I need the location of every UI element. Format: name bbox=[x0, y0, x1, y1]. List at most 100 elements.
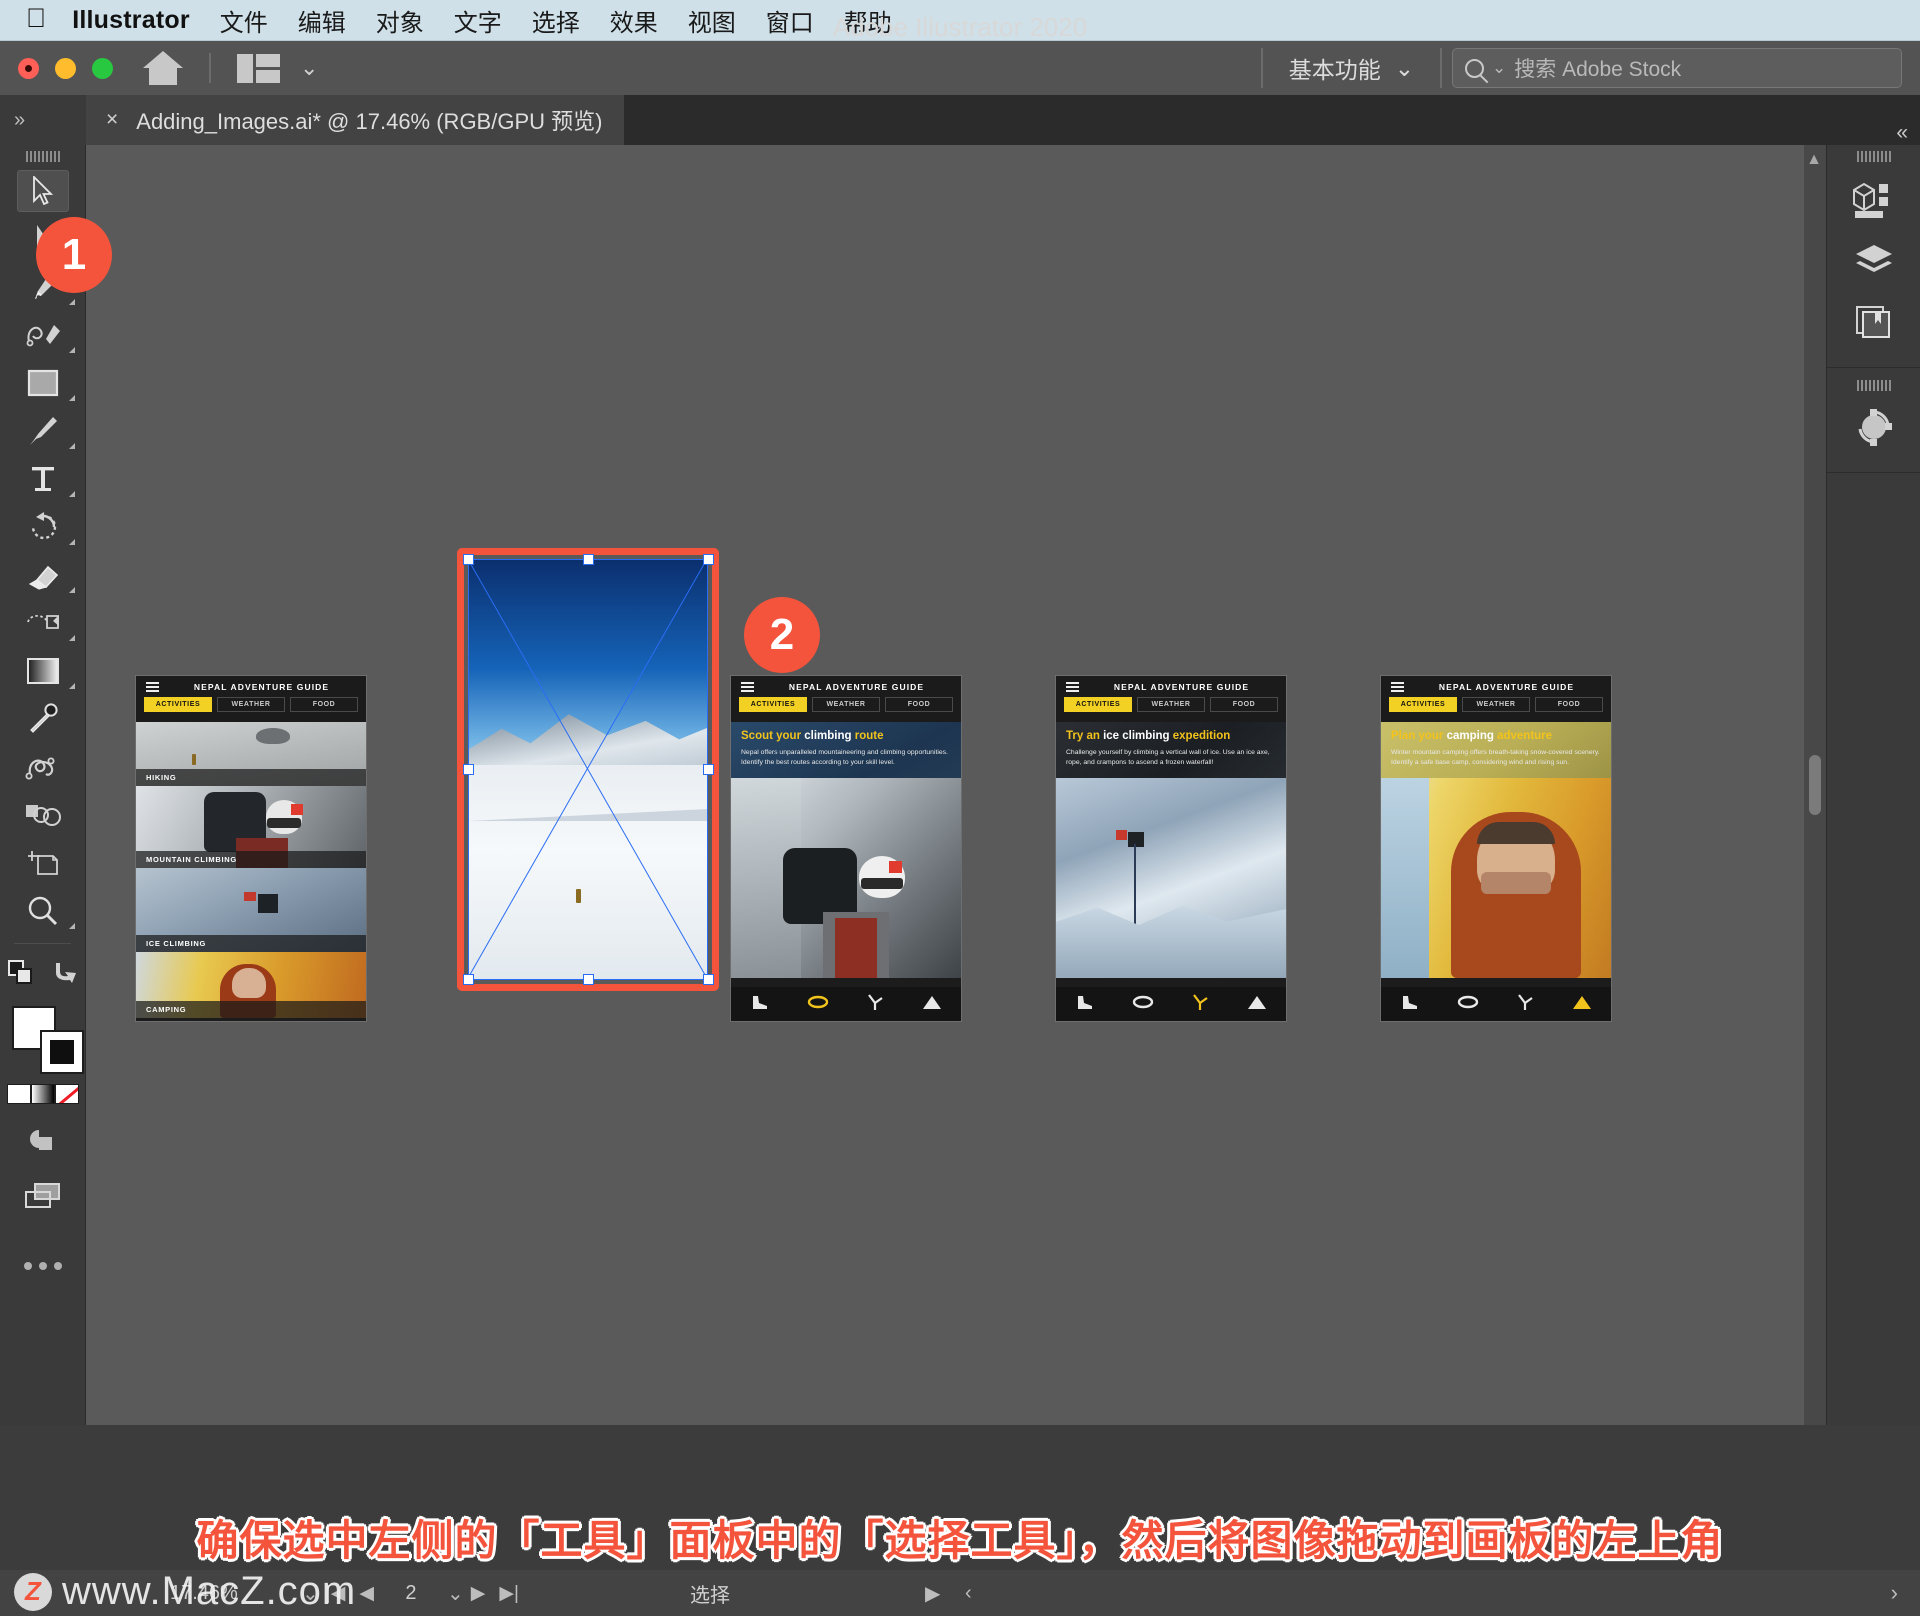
scroll-up-icon[interactable]: ▲ bbox=[1806, 151, 1822, 169]
menu-app-name[interactable]: Illustrator bbox=[72, 6, 190, 35]
undo-arrow-icon[interactable] bbox=[50, 960, 78, 991]
artboard-4-tab-activities[interactable]: ACTIVITIES bbox=[1064, 697, 1132, 712]
next-artboard-button[interactable]: ▶ bbox=[464, 1582, 493, 1605]
menu-item-effect[interactable]: 效果 bbox=[610, 3, 658, 38]
artboard-5-tab-weather[interactable]: WEATHER bbox=[1462, 697, 1530, 712]
artboard-chevron-down-icon[interactable]: ⌄ bbox=[447, 1581, 464, 1606]
tool-type-tool[interactable] bbox=[0, 455, 86, 503]
tool-selection-tool[interactable] bbox=[0, 167, 86, 215]
artboard-5-tab-food[interactable]: FOOD bbox=[1535, 697, 1603, 712]
artboard-1-tab-activities[interactable]: ACTIVITIES bbox=[144, 697, 212, 712]
color-mode-swatches[interactable] bbox=[0, 1084, 85, 1104]
fill-and-stroke-swatches[interactable] bbox=[0, 1002, 86, 1080]
close-window-button[interactable] bbox=[18, 57, 39, 79]
dock-grip-1[interactable] bbox=[1827, 145, 1920, 167]
drawing-modes-button[interactable] bbox=[0, 1116, 86, 1164]
toolbar-grip[interactable] bbox=[0, 145, 85, 167]
home-icon[interactable] bbox=[143, 51, 183, 85]
carabiner-icon[interactable] bbox=[1457, 994, 1479, 1015]
workspace-switcher[interactable]: 基本功能 ⌄ bbox=[1263, 51, 1440, 85]
tool-shape-builder-tool[interactable] bbox=[0, 791, 86, 839]
asset-export-panel-icon[interactable] bbox=[1827, 396, 1920, 458]
collapse-panels-icon[interactable]: « bbox=[1896, 121, 1920, 145]
menu-item-help[interactable]: 帮助 bbox=[844, 3, 892, 38]
minimize-window-button[interactable] bbox=[55, 57, 76, 79]
status-left-icon[interactable]: ‹ bbox=[965, 1582, 972, 1605]
hamburger-menu-icon[interactable] bbox=[741, 682, 754, 692]
artboard-5-tab-activities[interactable]: ACTIVITIES bbox=[1389, 697, 1457, 712]
selection-handle-br[interactable] bbox=[703, 974, 714, 985]
artboard-3-tab-activities[interactable]: ACTIVITIES bbox=[739, 697, 807, 712]
apple-logo-icon[interactable]:  bbox=[26, 4, 46, 32]
selection-handle-ml[interactable] bbox=[463, 764, 474, 775]
carabiner-icon[interactable] bbox=[1132, 994, 1154, 1015]
tool-rotate-tool[interactable] bbox=[0, 503, 86, 551]
libraries-panel-icon[interactable] bbox=[1827, 291, 1920, 353]
search-dropdown-chevron-icon[interactable]: ⌄ bbox=[1492, 58, 1506, 78]
window-controls[interactable] bbox=[18, 57, 113, 79]
prev-artboard-button[interactable]: ◀ bbox=[352, 1582, 381, 1605]
tent-icon[interactable] bbox=[1246, 994, 1268, 1015]
status-right-icon[interactable]: › bbox=[1891, 1580, 1898, 1606]
toolbar-expand-button[interactable]: » bbox=[0, 95, 86, 145]
artboard-5[interactable]: NEPAL ADVENTURE GUIDE ACTIVITIES WEATHER… bbox=[1381, 676, 1611, 1021]
tool-artboard-tool[interactable] bbox=[0, 839, 86, 887]
selection-handle-tr[interactable] bbox=[703, 554, 714, 565]
ice-axe-icon[interactable] bbox=[866, 993, 884, 1016]
hamburger-menu-icon[interactable] bbox=[1066, 682, 1079, 692]
last-artboard-button[interactable]: ▶| bbox=[492, 1582, 526, 1605]
tent-icon[interactable] bbox=[921, 994, 943, 1015]
selection-handle-bl[interactable] bbox=[463, 974, 474, 985]
document-canvas[interactable]: NEPAL ADVENTURE GUIDE ACTIVITIES WEATHER… bbox=[86, 145, 1826, 1425]
canvas-vertical-scrollbar[interactable]: ▲ bbox=[1804, 145, 1826, 1425]
ellipsis-icon[interactable] bbox=[0, 1242, 86, 1290]
boot-icon[interactable] bbox=[1075, 994, 1095, 1015]
adobe-stock-search-input[interactable]: ⌄ 搜索 Adobe Stock bbox=[1452, 48, 1902, 88]
screen-mode-button[interactable] bbox=[0, 1172, 86, 1220]
menu-item-object[interactable]: 对象 bbox=[376, 3, 424, 38]
menu-item-type[interactable]: 文字 bbox=[454, 3, 502, 38]
menu-item-window[interactable]: 窗口 bbox=[766, 3, 814, 38]
ice-axe-icon[interactable] bbox=[1516, 993, 1534, 1016]
tent-icon[interactable] bbox=[1571, 994, 1593, 1015]
scrollbar-thumb[interactable] bbox=[1809, 755, 1821, 815]
layout-chevron-down-icon[interactable]: ⌄ bbox=[300, 57, 318, 79]
ice-axe-icon[interactable] bbox=[1191, 993, 1209, 1016]
workspace-chevron-down-icon[interactable]: ⌄ bbox=[1395, 55, 1414, 82]
tool-eraser-tool[interactable] bbox=[0, 551, 86, 599]
close-tab-icon[interactable]: × bbox=[106, 108, 118, 132]
artboard-1-tab-food[interactable]: FOOD bbox=[290, 697, 358, 712]
artboard-3-tab-food[interactable]: FOOD bbox=[885, 697, 953, 712]
selection-handle-mr[interactable] bbox=[703, 764, 714, 775]
tool-curvature-tool[interactable] bbox=[0, 311, 86, 359]
artboard-4[interactable]: NEPAL ADVENTURE GUIDE ACTIVITIES WEATHER… bbox=[1056, 676, 1286, 1021]
artboard-4-tab-weather[interactable]: WEATHER bbox=[1137, 697, 1205, 712]
stroke-color-swatch[interactable] bbox=[40, 1030, 84, 1074]
artboard-1[interactable]: NEPAL ADVENTURE GUIDE ACTIVITIES WEATHER… bbox=[136, 676, 366, 1021]
carabiner-icon[interactable] bbox=[807, 994, 829, 1015]
selection-handle-tc[interactable] bbox=[583, 554, 594, 565]
tool-eyedropper-tool[interactable] bbox=[0, 695, 86, 743]
selection-handle-bc[interactable] bbox=[583, 974, 594, 985]
menu-item-edit[interactable]: 编辑 bbox=[298, 3, 346, 38]
boot-icon[interactable] bbox=[1400, 994, 1420, 1015]
maximize-window-button[interactable] bbox=[92, 57, 113, 79]
status-play-icon[interactable]: ▶ bbox=[925, 1581, 940, 1606]
tool-scale-tool[interactable] bbox=[0, 599, 86, 647]
fill-stroke-swap-icon[interactable] bbox=[7, 959, 35, 992]
artboard-1-tab-weather[interactable]: WEATHER bbox=[217, 697, 285, 712]
layout-switcher-icon[interactable] bbox=[237, 53, 280, 83]
menu-item-view[interactable]: 视图 bbox=[688, 3, 736, 38]
dock-grip-2[interactable] bbox=[1827, 374, 1920, 396]
artboard-4-tab-food[interactable]: FOOD bbox=[1210, 697, 1278, 712]
hamburger-menu-icon[interactable] bbox=[1391, 682, 1404, 692]
color-mode-gradient-icon[interactable] bbox=[30, 1084, 55, 1104]
hamburger-menu-icon[interactable] bbox=[146, 682, 159, 692]
properties-panel-icon[interactable] bbox=[1827, 167, 1920, 229]
document-tab[interactable]: × Adding_Images.ai* @ 17.46% (RGB/GPU 预览… bbox=[86, 95, 625, 145]
boot-icon[interactable] bbox=[750, 994, 770, 1015]
tool-rectangle-tool[interactable] bbox=[0, 359, 86, 407]
menu-item-file[interactable]: 文件 bbox=[220, 3, 268, 38]
color-mode-none-icon[interactable] bbox=[54, 1084, 79, 1104]
tool-gradient-tool[interactable] bbox=[0, 647, 86, 695]
